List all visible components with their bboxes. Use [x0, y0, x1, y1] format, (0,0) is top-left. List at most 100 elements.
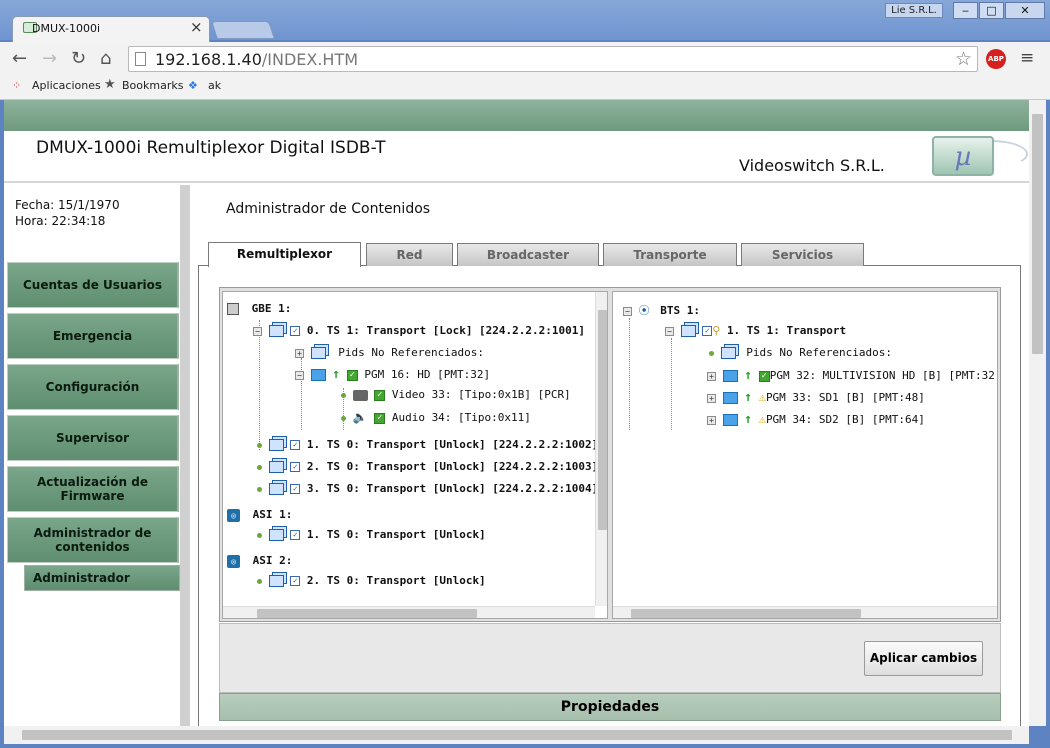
up-arrow-icon: ↑ — [744, 368, 753, 383]
pgm-node-32[interactable]: + ↑ ✓ PGM 32: MULTIVISION HD [B] [PMT:32 — [707, 368, 995, 383]
pids-icon — [310, 347, 326, 359]
home-icon[interactable]: ⌂ — [100, 48, 111, 69]
left-vertical-scrollbar[interactable] — [595, 292, 607, 606]
ts-node-1[interactable]: ✓ 1. TS 0: Transport [Unlock] [224.2.2.2… — [257, 438, 598, 451]
collapse-icon[interactable]: − — [665, 326, 674, 336]
collapse-icon[interactable]: − — [295, 370, 304, 380]
leaf-dot-icon — [257, 578, 262, 584]
bookmark-ak[interactable]: ak — [208, 79, 221, 92]
star-icon: ★ — [104, 77, 116, 92]
pgm-node-33[interactable]: + ↑ ⚠PGM 33: SD1 [B] [PMT:48] — [707, 390, 925, 405]
pgm-node-16[interactable]: − ↑ ✓ PGM 16: HD [PMT:32] — [295, 367, 490, 382]
submenu-administrador[interactable]: Administrador — [24, 565, 180, 591]
page-title: Administrador de Contenidos — [226, 201, 431, 217]
ts-stack-icon — [268, 325, 284, 337]
bookmark-apps[interactable]: Aplicaciones — [32, 79, 101, 92]
site-title: DMUX-1000i Remultiplexor Digital ISDB-T — [36, 138, 386, 158]
menu-emergencia[interactable]: Emergencia — [7, 313, 179, 359]
leaf-dot-icon — [257, 532, 262, 538]
ok-check-icon: ✓ — [346, 369, 358, 381]
page-icon — [135, 52, 146, 66]
asi2-ts-node[interactable]: ✓ 2. TS 0: Transport [Unlock] — [257, 574, 486, 587]
leaf-dot-icon — [709, 350, 714, 356]
ts-node-2[interactable]: ✓ 2. TS 0: Transport [Unlock] [224.2.2.2… — [257, 460, 598, 473]
gbe-node[interactable]: GBE 1: — [227, 302, 291, 315]
asi-icon: ◎ — [227, 508, 240, 522]
camera-icon — [352, 389, 368, 401]
destination-tree-pane[interactable]: − ⦿ BTS 1: − ✓ ⚲ 1. TS 1: Transport Pids … — [612, 291, 998, 619]
ts-stack-icon — [268, 461, 284, 473]
right-pids-node[interactable]: Pids No Referenciados: — [709, 346, 892, 359]
new-tab-button[interactable] — [211, 21, 275, 39]
pids-node[interactable]: + Pids No Referenciados: — [295, 346, 484, 359]
ts-node-0[interactable]: − ✓ 0. TS 1: Transport [Lock] [224.2.2.2… — [253, 324, 585, 337]
expand-icon[interactable]: + — [707, 371, 716, 381]
checkbox-icon[interactable]: ✓ — [290, 462, 301, 472]
page-vertical-scrollbar[interactable] — [1029, 100, 1046, 726]
menu-administrador-contenidos[interactable]: Administrador de contenidos — [7, 517, 179, 563]
reload-icon[interactable]: ↻ — [71, 48, 86, 69]
bts-ts-node[interactable]: − ✓ ⚲ 1. TS 1: Transport — [665, 324, 846, 337]
ts-stack-icon — [268, 575, 284, 587]
tab-broadcaster[interactable]: Broadcaster — [457, 243, 599, 266]
tab-red[interactable]: Red — [366, 243, 453, 266]
bts-node[interactable]: − ⦿ BTS 1: — [623, 302, 700, 318]
tab-transporte[interactable]: Transporte — [603, 243, 737, 266]
expand-icon[interactable]: + — [707, 415, 716, 425]
close-tab-icon[interactable]: × — [190, 18, 203, 36]
right-horizontal-scrollbar[interactable] — [613, 606, 997, 618]
checkbox-icon[interactable]: ✓ — [290, 326, 301, 336]
audio-node[interactable]: 🔈 ✓ Audio 34: [Tipo:0x11] — [341, 410, 531, 424]
bookmark-star-icon[interactable]: ☆ — [955, 48, 972, 70]
pgm-node-34[interactable]: + ↑ ⚠PGM 34: SD2 [B] [PMT:64] — [707, 412, 925, 427]
ts-node-3[interactable]: ✓ 3. TS 0: Transport [Unlock] [224.2.2.2… — [257, 482, 598, 495]
up-arrow-icon: ↑ — [744, 412, 753, 427]
tv-icon — [310, 369, 326, 381]
collapse-icon[interactable]: − — [623, 306, 632, 316]
video-node[interactable]: ✓ Video 33: [Tipo:0x1B] [PCR] — [341, 388, 571, 401]
asi1-node[interactable]: ◎ ASI 1: — [227, 508, 292, 522]
forward-icon[interactable]: → — [42, 48, 57, 69]
leaf-dot-icon — [341, 392, 346, 398]
close-window-button[interactable]: ✕ — [1005, 2, 1045, 19]
source-tree-pane[interactable]: GBE 1: − ✓ 0. TS 1: Transport [Lock] [22… — [222, 291, 608, 619]
menu-configuracion[interactable]: Configuración — [7, 364, 179, 410]
profile-badge[interactable]: Lie S.R.L. — [885, 3, 943, 18]
menu-cuentas-usuarios[interactable]: Cuentas de Usuarios — [7, 262, 179, 308]
ok-check-icon: ✓ — [758, 370, 770, 382]
tab-servicios[interactable]: Servicios — [741, 243, 864, 266]
asi-icon: ◎ — [227, 554, 240, 568]
expand-icon[interactable]: + — [295, 348, 304, 358]
minimize-button[interactable]: ‒ — [953, 2, 978, 19]
leaf-dot-icon — [341, 415, 346, 421]
maximize-button[interactable]: □ — [979, 2, 1004, 19]
warning-icon: ⚠ — [758, 412, 766, 426]
apply-changes-button[interactable]: Aplicar cambios — [864, 641, 983, 676]
speaker-icon: 🔈 — [352, 410, 368, 424]
checkbox-icon[interactable]: ✓ — [290, 576, 301, 586]
adblock-icon[interactable]: ABP — [986, 49, 1006, 69]
menu-actualizacion-firmware[interactable]: Actualización de Firmware — [7, 466, 179, 512]
bookmark-bookmarks[interactable]: Bookmarks — [122, 79, 183, 92]
sidebar-divider — [180, 185, 190, 726]
menu-supervisor[interactable]: Supervisor — [7, 415, 179, 461]
apps-icon[interactable]: ⁘ — [12, 79, 21, 92]
collapse-icon[interactable]: − — [253, 326, 262, 336]
leaf-dot-icon — [257, 486, 262, 492]
checkbox-icon[interactable]: ✓ — [290, 440, 301, 450]
expand-icon[interactable]: + — [707, 393, 716, 403]
back-icon[interactable]: ← — [12, 48, 27, 69]
up-arrow-icon: ↑ — [744, 390, 753, 405]
asi2-node[interactable]: ◎ ASI 2: — [227, 554, 292, 568]
checkbox-icon[interactable]: ✓ — [702, 326, 713, 336]
menu-icon[interactable]: ≡ — [1020, 48, 1034, 68]
search-icon[interactable]: ⚲ — [712, 324, 720, 337]
tab-remultiplexor[interactable]: Remultiplexor — [208, 242, 361, 267]
time-text: Hora: 22:34:18 — [15, 214, 106, 228]
checkbox-icon[interactable]: ✓ — [290, 484, 301, 494]
page-horizontal-scrollbar[interactable] — [4, 726, 1029, 744]
asi1-ts-node[interactable]: ✓ 1. TS 0: Transport [Unlock] — [257, 528, 486, 541]
checkbox-icon[interactable]: ✓ — [290, 530, 301, 540]
left-horizontal-scrollbar[interactable] — [223, 606, 595, 618]
ts-stack-icon — [268, 483, 284, 495]
